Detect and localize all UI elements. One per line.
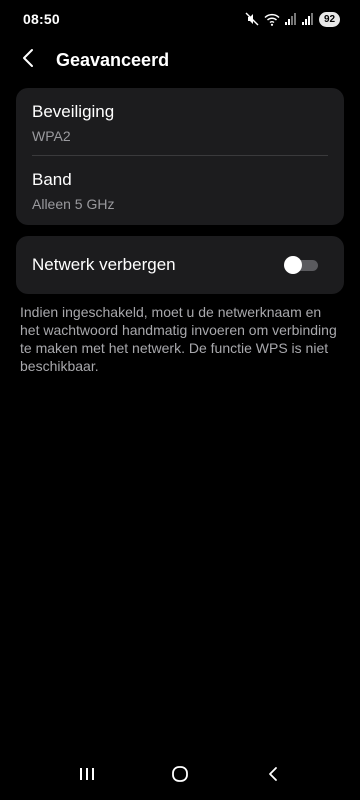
band-setting[interactable]: Band Alleen 5 GHz xyxy=(16,156,344,225)
wifi-icon xyxy=(264,13,280,26)
back-icon xyxy=(267,766,279,787)
hide-network-switch[interactable] xyxy=(284,255,318,275)
security-setting[interactable]: Beveiliging WPA2 xyxy=(16,88,344,156)
home-button[interactable] xyxy=(156,756,204,796)
back-button[interactable] xyxy=(6,40,50,80)
security-title: Beveiliging xyxy=(32,102,115,121)
screen: 08:50 92 Geavanceerd Beveiliging WPA2 Ba… xyxy=(0,0,360,800)
hide-network-label: Netwerk verbergen xyxy=(32,255,176,274)
status-bar: 08:50 92 xyxy=(0,0,360,38)
recent-apps-button[interactable] xyxy=(63,756,111,796)
nav-back-button[interactable] xyxy=(249,756,297,796)
security-value: WPA2 xyxy=(32,128,71,144)
back-arrow-icon xyxy=(21,48,35,73)
signal-icon xyxy=(302,13,314,25)
band-title: Band xyxy=(32,170,72,189)
navigation-bar xyxy=(0,752,360,800)
hide-network-setting[interactable]: Netwerk verbergen xyxy=(16,236,344,294)
battery-badge: 92 xyxy=(319,11,340,27)
home-icon xyxy=(171,765,189,788)
page-title: Geavanceerd xyxy=(56,49,170,70)
network-settings-card: Beveiliging WPA2 Band Alleen 5 GHz xyxy=(16,88,344,225)
app-header: Geavanceerd xyxy=(0,40,360,80)
signal-icon xyxy=(285,13,297,25)
status-time: 08:50 xyxy=(23,11,60,27)
hide-network-description: Indien ingeschakeld, moet u de netwerkna… xyxy=(20,304,337,374)
band-value: Alleen 5 GHz xyxy=(32,196,115,212)
recent-apps-icon xyxy=(79,767,95,786)
status-icons: 92 xyxy=(245,11,340,27)
mute-icon xyxy=(245,12,259,26)
switch-thumb xyxy=(284,256,302,274)
hide-network-card: Netwerk verbergen xyxy=(16,236,344,294)
